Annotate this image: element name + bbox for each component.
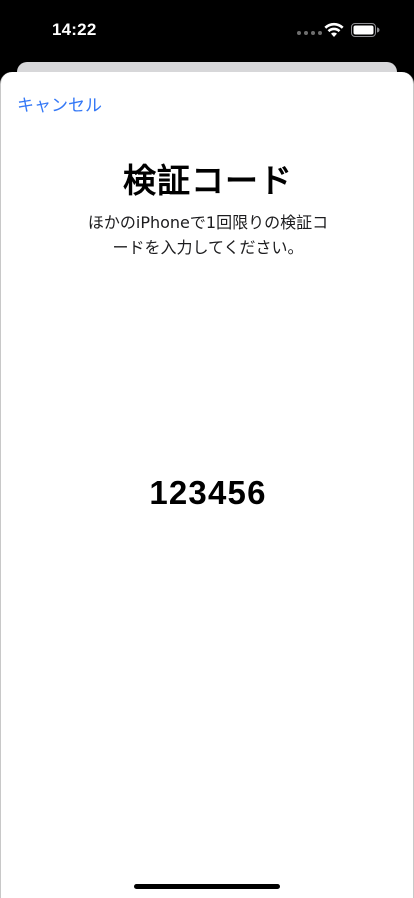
- status-bar: 14:22: [0, 0, 414, 62]
- verification-sheet: キャンセル 検証コード ほかのiPhoneで1回限りの検証コードを入力してくださ…: [0, 72, 414, 898]
- battery-icon: [351, 23, 380, 37]
- page-title: 検証コード: [123, 161, 293, 200]
- home-indicator: [134, 884, 280, 889]
- status-time: 14:22: [52, 20, 97, 39]
- cancel-button[interactable]: キャンセル: [17, 91, 102, 116]
- wifi-icon: [324, 22, 344, 37]
- verification-code: 123456: [149, 474, 267, 511]
- description-text: ほかのiPhoneで1回限りの検証コードを入力してください。: [87, 213, 329, 257]
- cellular-dots-icon: [297, 31, 323, 37]
